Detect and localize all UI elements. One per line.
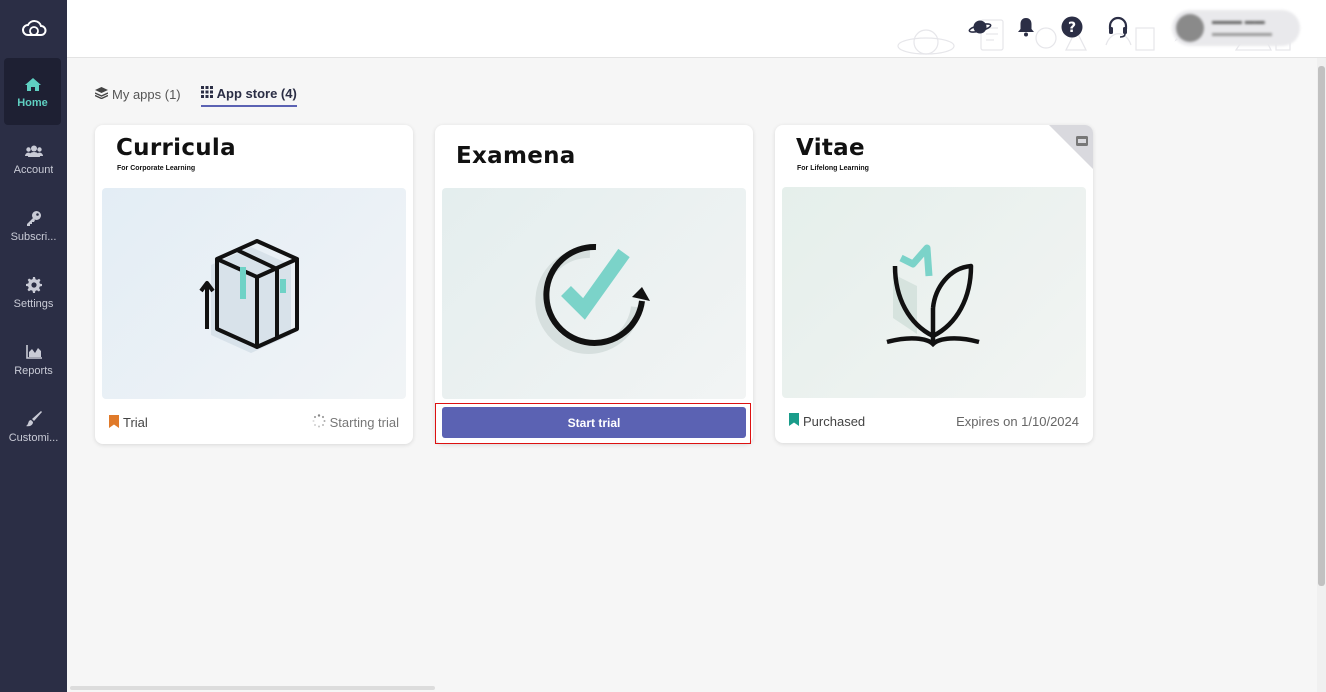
vitae-illustration <box>782 187 1086 398</box>
sidebar-item-customization[interactable]: Customi... <box>0 393 67 460</box>
expiry-date: Expires on 1/10/2024 <box>956 413 1079 429</box>
spinner-icon <box>312 414 326 431</box>
app-card-examena[interactable]: Examena Start trial <box>435 125 753 444</box>
planet-icon[interactable] <box>967 14 993 40</box>
card-footer: Trial Starting trial <box>109 414 399 431</box>
app-card-curricula[interactable]: Curricula For Corporate Learning Trial S… <box>95 125 413 444</box>
app-subtitle: For Corporate Learning <box>117 165 196 172</box>
sidebar-item-label: Home <box>17 97 48 109</box>
tab-my-apps[interactable]: My apps (1) <box>94 86 181 107</box>
status-badge: Purchased <box>803 413 866 429</box>
gear-icon <box>25 275 42 295</box>
sidebar-item-home[interactable]: Home <box>4 58 61 125</box>
horizontal-scrollbar[interactable] <box>70 686 435 690</box>
scrollbar-thumb[interactable] <box>1318 66 1325 586</box>
layers-icon <box>94 87 109 102</box>
app-card-vitae[interactable]: Vitae For Lifelong Learning Purchased Ex… <box>775 125 1093 443</box>
home-icon <box>24 74 42 94</box>
users-icon <box>24 141 43 161</box>
sidebar-item-account[interactable]: Account <box>0 125 67 192</box>
bookmark-icon <box>789 413 799 429</box>
svg-text:?: ? <box>1068 20 1076 36</box>
vertical-scrollbar[interactable] <box>1317 58 1326 692</box>
paintbrush-icon <box>25 409 42 429</box>
grid-icon <box>200 86 213 101</box>
user-name-blurred: ▬▬▬ ▬▬ ▬▬▬▬▬▬ <box>1212 16 1272 39</box>
app-subtitle: For Lifelong Learning <box>797 165 869 172</box>
app-tabs: My apps (1) App store (4) <box>94 86 297 107</box>
avatar <box>1176 14 1204 42</box>
help-icon[interactable]: ? <box>1059 14 1085 40</box>
app-title: Examena <box>456 143 576 169</box>
sidebar-item-label: Reports <box>14 365 53 377</box>
starting-trial-label: Starting trial <box>329 415 399 430</box>
curricula-illustration <box>102 188 406 399</box>
top-header: ? ▬▬▬ ▬▬ ▬▬▬▬▬▬ <box>67 0 1326 58</box>
sidebar-item-label: Settings <box>13 298 54 310</box>
key-icon <box>26 208 42 228</box>
sidebar-item-reports[interactable]: Reports <box>0 326 67 393</box>
sidebar-item-label: Account <box>13 164 54 176</box>
sidebar-item-settings[interactable]: Settings <box>0 259 67 326</box>
bookmark-icon <box>109 414 119 431</box>
start-trial-button[interactable]: Start trial <box>442 407 746 438</box>
badge-icon <box>1076 133 1088 151</box>
examena-illustration <box>442 188 746 399</box>
headset-icon[interactable] <box>1105 14 1131 40</box>
card-footer: Purchased Expires on 1/10/2024 <box>789 413 1079 429</box>
sidebar: Home Account Subscri... Settings Reports… <box>0 0 67 692</box>
sidebar-item-label: Subscri... <box>10 231 57 243</box>
user-menu[interactable]: ▬▬▬ ▬▬ ▬▬▬▬▬▬ <box>1172 10 1300 46</box>
bell-icon[interactable] <box>1013 14 1039 40</box>
app-title: Curricula <box>116 135 236 161</box>
tab-label: App store (4) <box>216 86 297 101</box>
sidebar-item-subscriptions[interactable]: Subscri... <box>0 192 67 259</box>
tab-app-store[interactable]: App store (4) <box>200 86 297 107</box>
app-title: Vitae <box>796 135 865 161</box>
cloud-logo-icon[interactable] <box>0 0 67 58</box>
sidebar-item-label: Customi... <box>8 432 59 444</box>
area-chart-icon <box>25 342 42 362</box>
tab-label: My apps (1) <box>112 87 181 102</box>
status-badge: Trial <box>123 415 148 430</box>
